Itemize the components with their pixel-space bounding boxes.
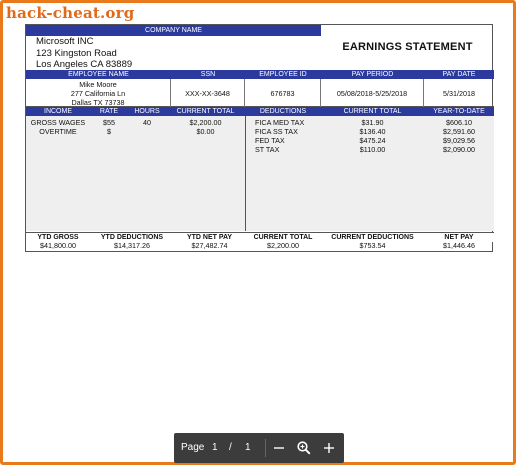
ssn-value: XXX-XX-3648 [171,79,245,107]
net-pay-value: $1,446.46 [443,241,475,250]
deduction-ytd: $9,029.56 [443,136,475,145]
deduction-ytd: $606.10 [446,118,472,127]
deduction-ytd: $2,090.00 [443,145,475,154]
pay-period-header: PAY PERIOD [351,71,394,78]
income-label: OVERTIME [39,127,77,136]
employee-id-header: EMPLOYEE ID [259,71,307,78]
toolbar-divider [265,439,266,457]
ytd-deductions-label: YTD DEDUCTIONS [100,234,164,241]
deduction-current: $136.40 [359,127,386,136]
pdf-viewer-toolbar: Page 1 / 1 [174,433,344,463]
income-rate: $55 [103,118,115,127]
page-separator: / [229,442,232,453]
ytd-gross-value: $41,800.00 [40,241,76,250]
employee-name-header: EMPLOYEE NAME [68,71,129,78]
employee-header-bar: EMPLOYEE NAME SSN EMPLOYEE ID PAY PERIOD… [26,70,494,79]
net-pay-label: NET PAY [444,234,474,241]
statement-title: EARNINGS STATEMENT [342,41,473,53]
employee-street: 277 California Ln [70,88,126,98]
income-rate: $ [107,127,111,136]
year-to-date-header: YEAR-TO-DATE [433,108,485,115]
company-name-header: COMPANY NAME [26,25,321,36]
employee-name-cell: Mike Moore 277 California Ln Dallas TX 7… [26,79,171,107]
deduction-label: FICA SS TAX [255,127,298,136]
deduction-label: ST TAX [255,145,280,154]
current-deductions-label: CURRENT DEDUCTIONS [331,234,414,241]
hours-header: HOURS [134,108,160,115]
company-address-line2: Los Angeles CA 83889 [36,59,133,70]
earnings-statement-document: COMPANY NAME Microsoft INC 123 Kingston … [25,24,494,252]
ytd-net-pay-value: $27,482.74 [191,241,228,250]
column-divider [245,116,246,231]
current-total-label: CURRENT TOTAL [253,234,313,241]
income-total: $2,200.00 [189,118,222,127]
rate-header: RATE [99,108,119,115]
income-total: $0.00 [196,127,215,136]
ytd-deductions-value: $14,317.26 [114,241,150,250]
employee-info-row: Mike Moore 277 California Ln Dallas TX 7… [26,79,494,107]
deductions-current-total-header: CURRENT TOTAL [343,108,402,115]
zoom-in-icon[interactable] [320,439,338,457]
ytd-net-pay-label: YTD NET PAY [186,234,233,241]
deduction-label: FICA MED TAX [255,118,305,127]
watermark: hack-cheat.org [6,4,135,22]
current-total-value: $2,200.00 [267,241,299,250]
deduction-current: $110.00 [359,145,386,154]
current-deductions-value: $753.54 [359,241,386,250]
company-name: Microsoft INC [36,36,94,47]
earnings-header-bar: INCOME RATE HOURS CURRENT TOTAL DEDUCTIO… [26,107,494,116]
zoom-search-icon[interactable] [295,439,313,457]
pay-date-header: PAY DATE [442,71,476,78]
total-pages: 1 [245,442,251,453]
current-page-number[interactable]: 1 [212,433,218,463]
pay-period-value: 05/08/2018-5/25/2018 [321,79,424,107]
zoom-out-icon[interactable] [270,439,288,457]
income-hours: 40 [143,118,151,127]
pay-date-value: 5/31/2018 [443,88,475,98]
deduction-current: $475.24 [359,136,386,145]
page-label: Page [181,442,205,453]
earnings-body: GROSS WAGES $55 40 $2,200.00 OVERTIME $ … [26,116,494,231]
deduction-ytd: $2,591.60 [443,127,475,136]
employee-name: Mike Moore [79,79,117,89]
income-label: GROSS WAGES [30,118,86,127]
ssn-header: SSN [200,71,216,78]
ytd-gross-label: YTD GROSS [37,234,79,241]
company-address-line1: 123 Kingston Road [36,48,117,59]
employee-id-value: 676783 [245,79,321,107]
income-header: INCOME [44,108,72,115]
employee-city: Dallas TX 73738 [71,97,125,107]
deductions-header: DEDUCTIONS [259,108,307,115]
deduction-current: $31.90 [361,118,384,127]
deduction-label: FED TAX [255,136,285,145]
current-total-header: CURRENT TOTAL [176,108,235,115]
